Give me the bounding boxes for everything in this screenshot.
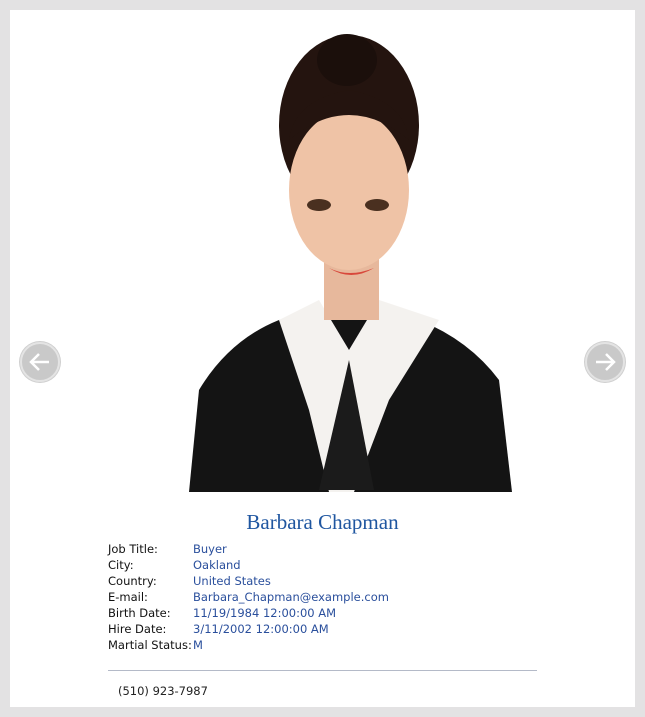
field-label: Job Title: [108, 542, 158, 556]
detail-row-city: City: Oakland [108, 557, 389, 573]
field-label: Birth Date: [108, 606, 171, 620]
detail-row-birth-date: Birth Date: 11/19/1984 12:00:00 AM [108, 605, 389, 621]
employee-photo [189, 20, 512, 492]
detail-row-job-title: Job Title: Buyer [108, 541, 389, 557]
field-value: M [193, 638, 203, 652]
detail-row-country: Country: United States [108, 573, 389, 589]
detail-row-marital-status: Martial Status: M [108, 637, 389, 653]
field-value: Oakland [193, 558, 241, 572]
employee-name: Barbara Chapman [246, 510, 399, 534]
field-value: Buyer [193, 542, 227, 556]
field-value: Barbara_Chapman@example.com [193, 590, 389, 604]
next-button[interactable] [585, 342, 625, 382]
detail-row-hire-date: Hire Date: 3/11/2002 12:00:00 AM [108, 621, 389, 637]
field-value: 11/19/1984 12:00:00 AM [193, 606, 337, 620]
phone-number: (510) 923-7987 [118, 684, 208, 698]
field-label: E-mail: [108, 590, 148, 604]
arrow-right-icon [596, 353, 616, 371]
field-label: Hire Date: [108, 622, 167, 636]
field-label: Martial Status: [108, 638, 192, 652]
previous-button[interactable] [20, 342, 60, 382]
employee-card: Barbara Chapman Job Title: Buyer City: Oak… [10, 10, 635, 707]
field-label: City: [108, 558, 134, 572]
arrow-left-icon [29, 353, 49, 371]
detail-row-email: E-mail: Barbara_Chapman@example.com [108, 589, 389, 605]
field-value: United States [193, 574, 271, 588]
employee-details: Job Title: Buyer City: Oakland Country: Uni… [108, 541, 389, 653]
field-label: Country: [108, 574, 157, 588]
divider [108, 670, 537, 671]
field-value: 3/11/2002 12:00:00 AM [193, 622, 329, 636]
